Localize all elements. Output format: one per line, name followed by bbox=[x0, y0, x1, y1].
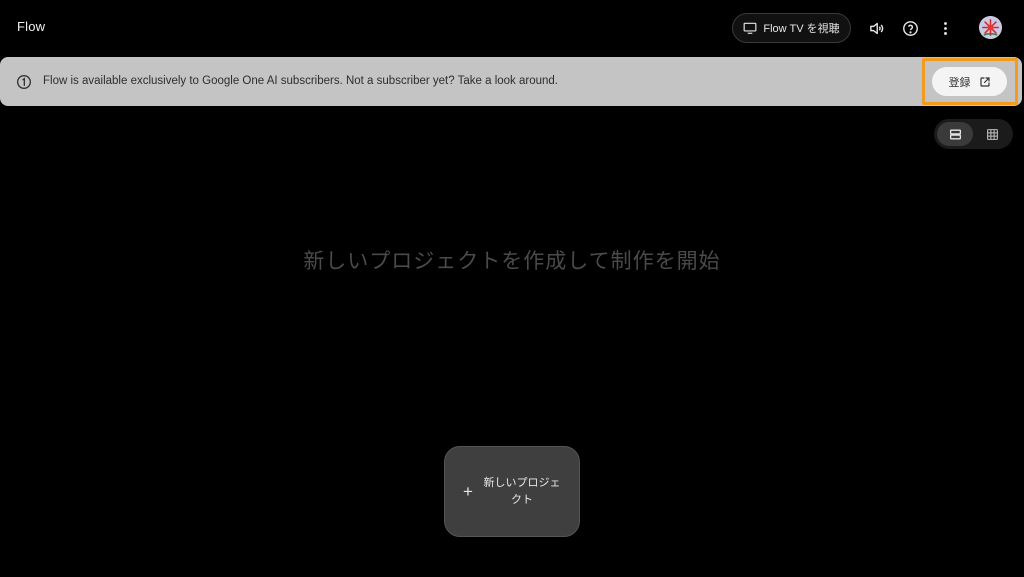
new-project-label: 新しいプロジェクト bbox=[483, 476, 561, 506]
register-label: 登録 bbox=[948, 76, 971, 89]
register-button[interactable]: 登録 bbox=[932, 67, 1007, 96]
watch-flow-tv-label: Flow TV を視聴 bbox=[763, 23, 840, 35]
watch-flow-tv-button[interactable]: Flow TV を視聴 bbox=[732, 13, 851, 43]
help-icon bbox=[902, 20, 918, 36]
app-title: Flow bbox=[17, 19, 46, 34]
info-one-icon bbox=[17, 75, 31, 89]
grid-view-icon bbox=[986, 128, 998, 140]
subscription-banner: Flow is available exclusively to Google … bbox=[0, 57, 1022, 106]
list-view-button[interactable] bbox=[937, 122, 973, 146]
grid-view-button[interactable] bbox=[974, 122, 1010, 146]
view-toggle bbox=[934, 119, 1013, 149]
top-bar: Flow Flow TV を視聴 bbox=[0, 0, 1024, 56]
app-root: Flow Flow TV を視聴 Flow is available exclu… bbox=[0, 0, 1024, 577]
new-project-button[interactable]: + 新しいプロジェクト bbox=[444, 446, 580, 537]
plus-icon: + bbox=[463, 482, 473, 501]
help-button[interactable] bbox=[898, 16, 922, 40]
volume-icon bbox=[869, 22, 883, 34]
volume-button[interactable] bbox=[864, 16, 888, 40]
more-options-button[interactable] bbox=[933, 16, 957, 40]
more-vert-icon bbox=[943, 21, 947, 35]
banner-message: Flow is available exclusively to Google … bbox=[43, 75, 558, 87]
tv-icon bbox=[743, 22, 757, 34]
empty-state-message: 新しいプロジェクトを作成して制作を開始 bbox=[303, 250, 721, 273]
user-avatar[interactable] bbox=[979, 16, 1002, 39]
avatar-flower-icon bbox=[979, 16, 1002, 39]
open-external-icon bbox=[979, 76, 990, 87]
list-view-icon bbox=[949, 129, 961, 139]
